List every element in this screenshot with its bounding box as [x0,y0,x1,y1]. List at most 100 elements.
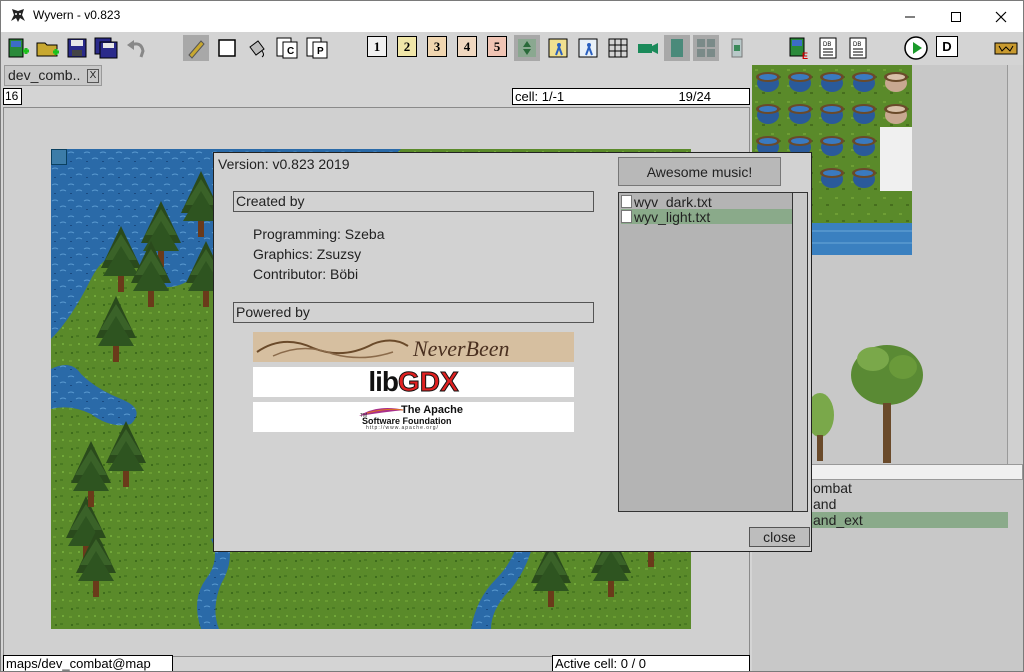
about-button[interactable] [993,35,1019,61]
grid-toggle-button[interactable] [605,35,631,61]
close-dialog-button[interactable]: close [749,527,810,547]
pencil-icon [188,40,205,59]
save-all-button[interactable] [93,35,119,61]
save-icon [67,38,87,58]
cell-count: 19/24 [678,89,711,104]
close-icon [995,11,1007,22]
svg-text:DB: DB [853,42,861,48]
events-layer-button[interactable] [514,35,540,61]
svg-text:E: E [802,51,808,60]
collision-icon [548,38,568,58]
copy-icon: C [276,37,298,59]
layer-1-button[interactable]: 1 [367,36,387,57]
camera-button[interactable] [635,35,661,61]
wyvern-logo-icon [994,42,1018,55]
grid-icon [608,38,628,58]
toolbar: C P 1 2 3 4 5 E DB DB D [1,32,1023,65]
tiles-view-icon [697,39,715,57]
zoom-level: 16 [3,88,22,105]
svg-text:C: C [287,46,294,57]
player-start-button[interactable] [575,35,601,61]
database-button[interactable]: DB [815,35,841,61]
layer-view-icon [671,39,683,57]
export-button[interactable]: E [786,35,812,61]
maximize-icon [951,11,961,22]
new-map-icon [8,38,29,58]
cell-label: cell: 1/-1 [515,89,565,104]
view-tiles-button[interactable] [693,35,719,61]
minimize-icon [905,16,915,17]
pencil-tool-button[interactable] [183,35,209,61]
collision-enter-button[interactable] [545,35,571,61]
status-map-path: maps/dev_combat@map [3,655,173,671]
save-all-icon [94,37,118,59]
minimize-button[interactable] [887,1,933,32]
app-icon [11,9,25,22]
version-label: Version: v0.823 2019 [218,156,350,172]
file-icon [621,210,632,223]
status-active-cell: Active cell: 0 / 0 [552,655,750,671]
map-tab[interactable]: dev_comb.. X [4,65,102,86]
database-edit-button[interactable]: DB [845,35,871,61]
about-dialog: Version: v0.823 2019 Created by Programm… [213,152,812,552]
svg-text:DB: DB [823,42,831,48]
apache-line1: The Apache [401,404,463,416]
view-objects-button[interactable] [724,35,750,61]
libgdx-lib-text: lib [368,366,399,397]
file-icon [621,195,632,208]
app-window: Wyvern - v0.823 C P 1 2 3 4 5 E DB DB D … [0,0,1024,672]
save-button[interactable] [64,35,90,61]
close-window-button[interactable] [978,1,1023,32]
play-button[interactable] [903,35,929,61]
music-file-item-selected[interactable]: wyv_light.txt [621,209,792,224]
cell-info: cell: 1/-1 19/24 [512,88,750,105]
title-bar: Wyvern - v0.823 [1,1,1023,32]
camera-icon [638,43,658,54]
libgdx-gdx-text: GDX [397,366,459,398]
layer-5-button[interactable]: 5 [487,36,507,57]
layer-3-button[interactable]: 3 [427,36,447,57]
fill-tool-button[interactable] [244,35,270,61]
palette-scrollbar[interactable] [1007,65,1023,465]
events-icon [518,39,536,57]
apache-logo: TM The Apache Software Foundation http:/… [253,402,574,432]
view-layer-button[interactable] [664,35,690,61]
powered-by-header: Powered by [233,302,594,323]
neverbeen-logo: NeverBeen [253,332,574,362]
undo-icon [127,40,145,58]
maximize-button[interactable] [933,1,979,32]
awesome-music-button[interactable]: Awesome music! [618,157,781,186]
undo-button[interactable] [123,35,149,61]
music-list-scrollbar[interactable] [792,193,807,511]
paste-icon: P [306,37,328,59]
music-file-list[interactable]: wyv_dark.txt wyv_light.txt [618,192,808,512]
fill-icon [249,40,265,58]
created-by-header: Created by [233,191,594,212]
new-map-button[interactable] [6,35,32,61]
player-icon [578,38,598,58]
svg-text:P: P [317,46,324,57]
play-icon [904,36,928,60]
export-icon: E [789,37,808,60]
map-tab-label: dev_comb.. [8,67,81,83]
window-title: Wyvern - v0.823 [33,8,121,22]
copy-button[interactable]: C [274,35,300,61]
music-file-item[interactable]: wyv_dark.txt [621,194,792,209]
debug-button[interactable]: D [936,36,958,57]
database-edit-icon: DB [849,37,867,59]
layer-4-button[interactable]: 4 [457,36,477,57]
neverbeen-text: NeverBeen [413,336,510,361]
database-icon: DB [819,37,837,59]
eraser-icon [218,39,236,57]
apache-url: http://www.apache.org/ [366,425,439,431]
credit-contributor: Contributor: Böbi [253,266,359,282]
map-tab-close-button[interactable]: X [87,69,99,83]
paste-button[interactable]: P [304,35,330,61]
libgdx-logo: lib GDX [253,366,574,398]
layer-2-button[interactable]: 2 [397,36,417,57]
map-corner-handle[interactable] [51,149,67,165]
open-map-button[interactable] [35,35,61,61]
eraser-tool-button[interactable] [214,35,240,61]
credit-graphics: Graphics: Zsuzsy [253,246,362,262]
objects-view-icon [731,38,743,58]
